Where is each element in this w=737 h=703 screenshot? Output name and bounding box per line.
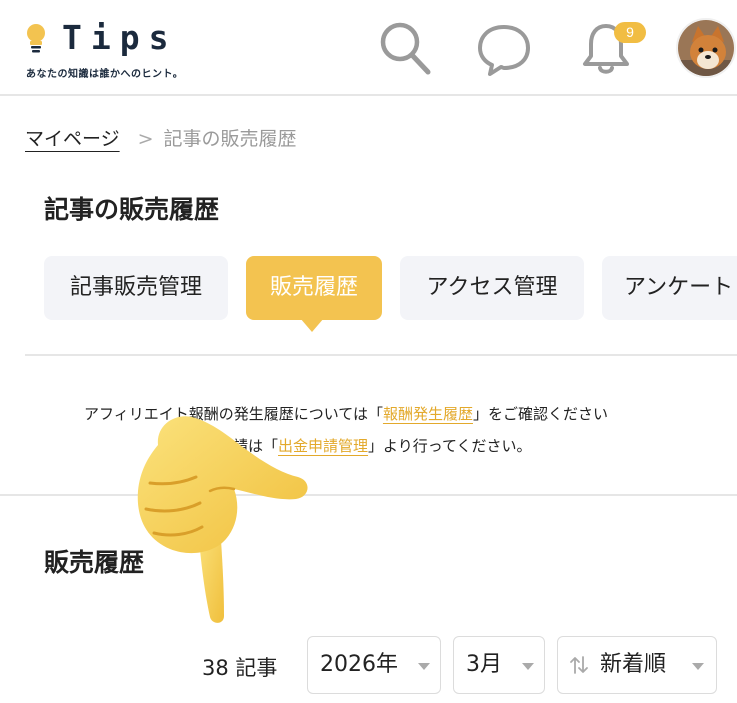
chevron-down-icon	[692, 663, 704, 670]
notification-badge: 9	[614, 22, 646, 43]
month-select[interactable]: 3月	[453, 636, 545, 694]
tips-logo[interactable]: Tips あなたの知識は誰かへのヒント。	[22, 18, 222, 82]
sort-arrows-icon	[570, 656, 588, 674]
lightbulb-icon	[27, 24, 45, 53]
tab-article-sales-management[interactable]: 記事販売管理	[44, 256, 228, 320]
notice-withdrawal-suffix: 」より行ってください。	[368, 437, 532, 455]
active-tab-pointer	[300, 318, 324, 332]
breadcrumb-separator: >	[137, 128, 154, 150]
breadcrumb: マイページ > 記事の販売履歴	[25, 124, 297, 151]
notice-divider	[0, 494, 737, 496]
article-count: 38 記事	[202, 656, 278, 680]
app-header: Tips あなたの知識は誰かへのヒント。 9	[0, 0, 737, 96]
tab-access-management[interactable]: アクセス管理	[400, 256, 584, 320]
tab-bar: 記事販売管理 販売履歴 アクセス管理 アンケート	[44, 256, 737, 322]
month-value: 3月	[466, 652, 502, 677]
page-title: 記事の販売履歴	[44, 195, 220, 224]
tab-survey[interactable]: アンケート	[602, 256, 737, 320]
shiba-avatar-image	[678, 20, 734, 76]
breadcrumb-current: 記事の販売履歴	[163, 128, 297, 150]
tab-sales-history[interactable]: 販売履歴	[246, 256, 382, 320]
notice-affiliate-suffix: 」をご確認ください	[472, 405, 608, 423]
chevron-down-icon	[522, 663, 534, 670]
chat-icon[interactable]	[474, 18, 534, 78]
logo-text: Tips	[62, 18, 178, 57]
user-avatar[interactable]	[676, 18, 736, 78]
tabs-divider	[25, 354, 737, 356]
sort-value: 新着順	[600, 652, 667, 677]
sort-select[interactable]: 新着順	[557, 636, 717, 694]
logo-tagline: あなたの知識は誰かへのヒント。	[26, 69, 184, 80]
sales-history-title: 販売履歴	[44, 548, 145, 577]
search-icon[interactable]	[374, 18, 434, 78]
pointing-hand-icon	[137, 416, 308, 623]
breadcrumb-mypage-link[interactable]: マイページ	[25, 128, 120, 150]
reward-history-link[interactable]: 報酬発生履歴	[383, 405, 473, 423]
year-select[interactable]: 2026年	[307, 636, 441, 694]
year-value: 2026年	[320, 652, 398, 677]
chevron-down-icon	[418, 663, 430, 670]
